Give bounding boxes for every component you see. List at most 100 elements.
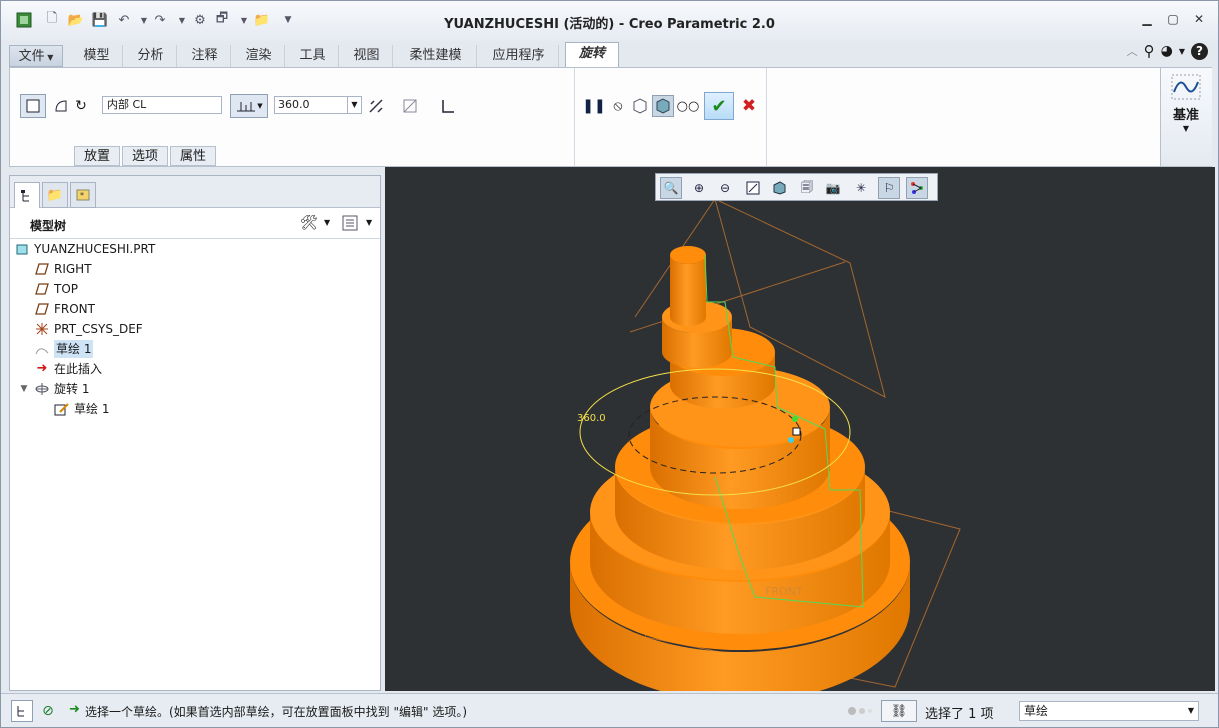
flip-direction-icon[interactable] xyxy=(366,96,386,116)
tree-settings-dropdown-icon[interactable]: ▼ xyxy=(324,218,330,227)
no-preview-icon[interactable]: ⦸ xyxy=(608,96,628,116)
subtab-options[interactable]: 选项 xyxy=(122,146,168,166)
refit-icon[interactable]: 🔍 xyxy=(660,177,682,199)
tree-item-label: YUANZHUCESHI.PRT xyxy=(34,242,156,256)
filter-dropdown-icon[interactable]: ▼ xyxy=(1188,702,1194,720)
angle-input[interactable]: 360.0 ▼ xyxy=(274,96,362,114)
tree-item-right[interactable]: RIGHT xyxy=(34,260,92,278)
selection-filter[interactable]: 草绘 ▼ xyxy=(1019,701,1199,721)
model-tree-tab-icon[interactable] xyxy=(14,182,40,208)
help-icon[interactable]: ? xyxy=(1191,42,1208,60)
thicken-icon[interactable] xyxy=(438,96,458,116)
minimize-button[interactable]: ▁ xyxy=(1139,11,1155,27)
axis-icon[interactable]: ↻ xyxy=(72,96,90,116)
tab-file[interactable]: 文件 ▼ xyxy=(9,45,63,67)
tree-item-part[interactable]: YUANZHUCESHI.PRT xyxy=(14,240,155,258)
revolve-ribbon: ↻ 内部 CL ▼ 360.0 ▼ 放置 选项 属性 ❚❚ ⦸ ○○ ✔ ✖ 基… xyxy=(9,67,1212,167)
annotation-display-icon[interactable]: ⚐ xyxy=(878,177,900,199)
help-controls: ︿ ⚲ ◕ ▼ ? xyxy=(1127,41,1208,61)
datum-plane-icon xyxy=(34,301,50,317)
favorites-tab-icon[interactable]: * xyxy=(70,182,96,208)
community-icon[interactable]: ◕ xyxy=(1161,43,1173,59)
datum-button[interactable]: 基准 ▼ xyxy=(1160,68,1212,166)
spin-center-icon[interactable] xyxy=(906,177,928,199)
selection-count: 选择了 1 项 xyxy=(925,707,994,722)
datum-curve-icon xyxy=(1171,74,1201,103)
tab-analysis[interactable]: 分析 xyxy=(125,45,177,67)
selection-filter-value: 草绘 xyxy=(1024,704,1049,718)
solid-icon[interactable] xyxy=(20,94,46,118)
tree-item-child-sketch[interactable]: 草绘 1 xyxy=(54,400,109,418)
find-binoculars-icon[interactable]: ⛓ xyxy=(881,700,917,722)
show-navigator-icon[interactable] xyxy=(11,700,33,722)
tree-item-insert-here[interactable]: ➜ 在此插入 xyxy=(34,360,102,378)
message-arrow-icon: ➜ xyxy=(69,702,80,717)
datum-plane-icon xyxy=(34,261,50,277)
saved-orientations-icon[interactable]: 🗐 xyxy=(796,177,818,199)
zoom-in-icon[interactable]: ⊕ xyxy=(688,177,710,199)
tree-item-sketch[interactable]: 草绘 1 xyxy=(34,340,94,358)
subtab-properties[interactable]: 属性 xyxy=(170,146,216,166)
insert-arrow-icon: ➜ xyxy=(36,361,48,376)
tab-view[interactable]: 视图 xyxy=(341,45,393,67)
maximize-button[interactable]: ▢ xyxy=(1165,11,1181,27)
collapse-ribbon-icon[interactable]: ︿ xyxy=(1127,43,1138,59)
detached-preview-icon[interactable] xyxy=(652,95,674,117)
tree-item-revolve[interactable]: ▼ 旋转 1 xyxy=(18,380,90,398)
tree-item-label: PRT_CSYS_DEF xyxy=(54,322,143,336)
show-browser-icon[interactable]: ⊘ xyxy=(37,700,59,722)
angle-label: 360.0 xyxy=(577,413,606,424)
repaint-icon[interactable] xyxy=(742,177,764,199)
reference-field[interactable]: 内部 CL xyxy=(102,96,222,114)
model-render: 360.0 FRONT xyxy=(570,198,961,691)
tab-file-label: 文件 xyxy=(18,49,45,64)
angle-type-button[interactable]: ▼ xyxy=(230,94,268,118)
part-icon xyxy=(14,241,30,257)
close-button[interactable]: ✕ xyxy=(1191,11,1207,27)
model-tree-title: 模型树 xyxy=(30,219,67,233)
tab-annotate[interactable]: 注释 xyxy=(179,45,231,67)
tab-applications[interactable]: 应用程序 xyxy=(479,45,559,67)
ok-check-button[interactable]: ✔ xyxy=(704,92,734,120)
display-style-icon[interactable] xyxy=(768,177,790,199)
surface-icon[interactable] xyxy=(52,96,70,116)
tree-item-csys[interactable]: PRT_CSYS_DEF xyxy=(34,320,143,338)
status-message: 选择一个草绘。(如果首选内部草绘，可在放置面板中找到 "编辑" 选项。) xyxy=(85,705,468,719)
tree-item-label: 在此插入 xyxy=(54,362,103,376)
tab-tools[interactable]: 工具 xyxy=(287,45,339,67)
attached-preview-icon[interactable] xyxy=(630,96,650,116)
datum-dropdown-icon: ▼ xyxy=(1182,124,1190,133)
community-dropdown-icon[interactable]: ▼ xyxy=(1179,47,1185,56)
tree-show-dropdown-icon[interactable]: ▼ xyxy=(366,218,372,227)
tree-settings-icon[interactable]: 🛠 xyxy=(300,215,318,231)
tab-model[interactable]: 模型 xyxy=(71,45,123,67)
csys-icon xyxy=(34,321,50,337)
window-title: YUANZHUCESHI (活动的) - Creo Parametric 2.0 xyxy=(444,17,775,32)
graphics-viewport[interactable]: 360.0 FRONT 🔍 ⊕ ⊖ 🗐 📷 ✳ ⚐ xyxy=(385,167,1215,691)
expand-arrow-icon[interactable]: ▼ xyxy=(18,381,30,397)
verify-glasses-icon[interactable]: ○○ xyxy=(676,96,700,116)
pause-icon[interactable]: ❚❚ xyxy=(582,96,605,116)
cancel-x-button[interactable]: ✖ xyxy=(738,94,760,118)
tree-item-front[interactable]: FRONT xyxy=(34,300,95,318)
sketch-edit-icon xyxy=(54,401,70,417)
tab-flexible-modeling[interactable]: 柔性建模 xyxy=(395,45,477,67)
view-manager-icon[interactable]: 📷 xyxy=(822,177,844,199)
revolve-icon xyxy=(34,381,50,397)
tree-item-label: RIGHT xyxy=(54,262,92,276)
view-toolbar: 🔍 ⊕ ⊖ 🗐 📷 ✳ ⚐ xyxy=(655,173,938,201)
angle-dropdown-icon[interactable]: ▼ xyxy=(347,97,361,113)
remove-material-icon[interactable] xyxy=(400,96,420,116)
tab-render[interactable]: 渲染 xyxy=(233,45,285,67)
busy-indicator-icon xyxy=(847,705,875,717)
ribbon-separator xyxy=(574,68,575,166)
tree-item-top[interactable]: TOP xyxy=(34,280,78,298)
subtab-placement[interactable]: 放置 xyxy=(74,146,120,166)
datum-display-icon[interactable]: ✳ xyxy=(850,177,872,199)
tab-revolve[interactable]: 旋转 xyxy=(565,42,619,68)
search-icon[interactable]: ⚲ xyxy=(1144,42,1155,60)
tree-show-icon[interactable] xyxy=(342,215,358,234)
zoom-out-icon[interactable]: ⊖ xyxy=(714,177,736,199)
model-tree-header: 模型树 🛠 ▼ ▼ xyxy=(10,209,380,239)
folder-browser-tab-icon[interactable]: 📁 xyxy=(42,182,68,208)
